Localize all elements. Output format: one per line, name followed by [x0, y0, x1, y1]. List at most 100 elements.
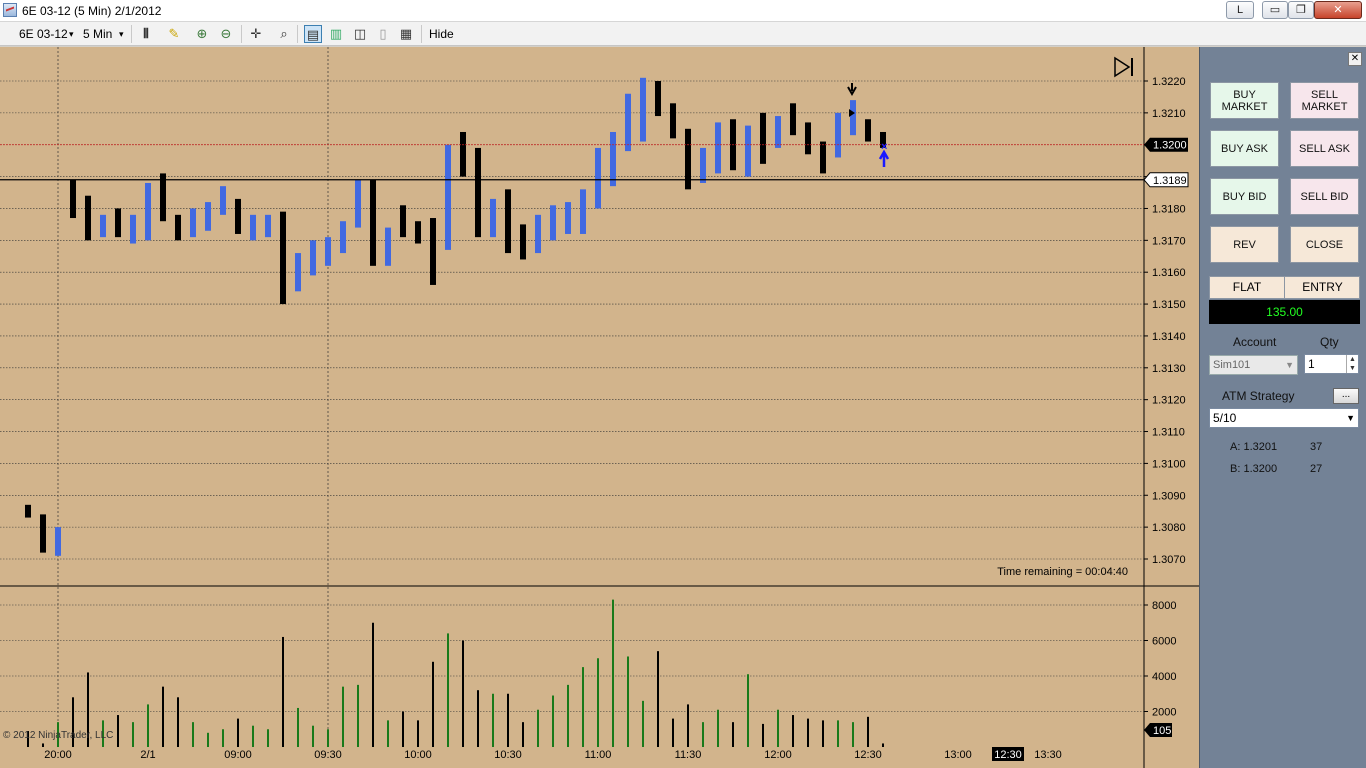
bar-type-icon[interactable]: ⦀: [137, 25, 155, 43]
chart-trader-icon[interactable]: ▤: [304, 25, 322, 43]
magnifier-icon[interactable]: ⌕: [275, 25, 293, 43]
toolbar-separator: [131, 25, 132, 43]
price-bar: [850, 100, 856, 136]
sell-arrow-icon: [847, 83, 857, 97]
time-tick-label: 13:00: [944, 749, 972, 761]
volume-tick-label: 4000: [1152, 671, 1176, 683]
last-price-label: 1.3200: [1153, 140, 1187, 152]
price-bar: [385, 227, 391, 266]
indicators-icon[interactable]: ▥: [327, 25, 345, 43]
account-label: Account: [1233, 335, 1277, 349]
properties-icon[interactable]: ▦: [397, 25, 415, 43]
price-bar: [610, 131, 616, 187]
price-bar: [640, 77, 646, 142]
atm-strategy-label: ATM Strategy: [1222, 389, 1295, 403]
price-bar: [250, 214, 256, 241]
time-tick-label: 2/1: [140, 749, 155, 761]
price-bar: [700, 147, 706, 183]
sell-market-button[interactable]: SELL MARKET: [1290, 82, 1359, 119]
volume-tick-label: 6000: [1152, 636, 1176, 648]
zoom-in-icon[interactable]: ⊕: [193, 25, 211, 43]
price-tick-label: 1.3090: [1152, 490, 1186, 502]
time-tick-label: 13:30: [1034, 749, 1062, 761]
instrument-selector[interactable]: 6E 03-12: [19, 25, 68, 43]
chart-panel[interactable]: 1.32201.32101.32001.31901.31801.31701.31…: [0, 47, 1199, 768]
quantity-stepper[interactable]: 1 ▲ ▼: [1304, 354, 1359, 374]
maximize-button[interactable]: ❐: [1288, 1, 1314, 19]
buy-ask-button[interactable]: BUY ASK: [1210, 130, 1279, 167]
toolbar-separator: [297, 25, 298, 43]
sell-bid-button[interactable]: SELL BID: [1290, 178, 1359, 215]
price-bar: [775, 116, 781, 148]
price-bar: [55, 527, 61, 556]
price-bar: [595, 147, 601, 209]
price-bar: [70, 179, 76, 219]
price-bar: [265, 214, 271, 238]
price-bar: [355, 179, 361, 228]
price-bar: [130, 214, 136, 244]
link-button[interactable]: L: [1226, 1, 1254, 19]
volume-tick-label: 2000: [1152, 707, 1176, 719]
price-bar: [445, 144, 451, 250]
price-bar: [490, 198, 496, 238]
quantity-spin-icon[interactable]: ▲ ▼: [1346, 355, 1358, 373]
chart-toolbar: 6E 03-12 ▾ 5 Min ▾ ⦀ ✎ ⊕ ⊖ ✛ ⌕ ▤ ▥ ◫ ▯ ▦…: [0, 22, 1366, 46]
time-tick-label: 20:00: [44, 749, 72, 761]
ask-size: 37: [1310, 441, 1323, 453]
copyright-label: © 2012 NinjaTrader, LLC: [3, 730, 113, 741]
account-value: Sim101: [1213, 359, 1251, 371]
price-tick-label: 1.3210: [1152, 108, 1186, 120]
price-tick-label: 1.3130: [1152, 363, 1186, 375]
close-position-button[interactable]: CLOSE: [1290, 226, 1359, 263]
buy-market-button[interactable]: BUY MARKET: [1210, 82, 1279, 119]
current-volume-label: 105: [1153, 725, 1171, 737]
price-bar: [220, 186, 226, 215]
price-bar: [790, 103, 796, 136]
crosshair-icon[interactable]: ✛: [247, 25, 265, 43]
buy-arrow-icon: [878, 149, 890, 167]
price-bar: [520, 224, 526, 260]
hide-button[interactable]: Hide: [429, 25, 454, 43]
panel-close-button[interactable]: ✕: [1348, 52, 1362, 66]
price-bar: [235, 198, 241, 234]
bid-price: B: 1.3200: [1230, 463, 1278, 475]
price-bar: [475, 147, 481, 238]
time-tick-label: 09:30: [314, 749, 342, 761]
price-tick-label: 1.3100: [1152, 458, 1186, 470]
chart-app-icon: [3, 3, 17, 17]
interval-selector[interactable]: 5 Min: [83, 25, 112, 43]
strategies-icon[interactable]: ◫: [351, 25, 369, 43]
sell-ask-button[interactable]: SELL ASK: [1290, 130, 1359, 167]
pnl-display: 135.00: [1209, 300, 1360, 324]
price-tick-label: 1.3170: [1152, 235, 1186, 247]
buy-bid-button[interactable]: BUY BID: [1210, 178, 1279, 215]
skip-to-end-icon[interactable]: [1112, 56, 1136, 78]
price-bar: [670, 103, 676, 139]
price-bar: [565, 202, 571, 234]
time-tick-label: 10:30: [494, 749, 522, 761]
volume-tick-label: 8000: [1152, 600, 1176, 612]
atm-dropdown-icon: ▼: [1346, 413, 1355, 423]
close-window-button[interactable]: ✕: [1314, 1, 1362, 19]
interval-dropdown-icon[interactable]: ▾: [119, 25, 124, 43]
price-tick-label: 1.3140: [1152, 331, 1186, 343]
pencil-icon[interactable]: ✎: [165, 25, 183, 43]
copy-icon[interactable]: ▯: [374, 25, 392, 43]
toolbar-separator: [241, 25, 242, 43]
time-tick-label: 11:30: [675, 749, 702, 761]
instrument-dropdown-icon[interactable]: ▾: [69, 25, 74, 43]
current-time-label: 12:30: [994, 749, 1022, 761]
atm-strategy-more-button[interactable]: ...: [1333, 388, 1359, 404]
price-tick-label: 1.3220: [1152, 76, 1186, 88]
price-volume-chart[interactable]: 1.32201.32101.32001.31901.31801.31701.31…: [0, 47, 1199, 768]
quantity-value: 1: [1308, 357, 1315, 371]
time-tick-label: 09:00: [224, 749, 252, 761]
position-price-label: 1.3189: [1153, 175, 1187, 187]
account-select[interactable]: Sim101 ▼: [1209, 355, 1298, 375]
minimize-button[interactable]: ▭: [1262, 1, 1288, 19]
price-bar: [400, 205, 406, 238]
zoom-out-icon[interactable]: ⊖: [217, 25, 235, 43]
atm-strategy-select[interactable]: 5/10 ▼: [1209, 408, 1359, 428]
reverse-button[interactable]: REV: [1210, 226, 1279, 263]
price-bar: [115, 208, 121, 238]
